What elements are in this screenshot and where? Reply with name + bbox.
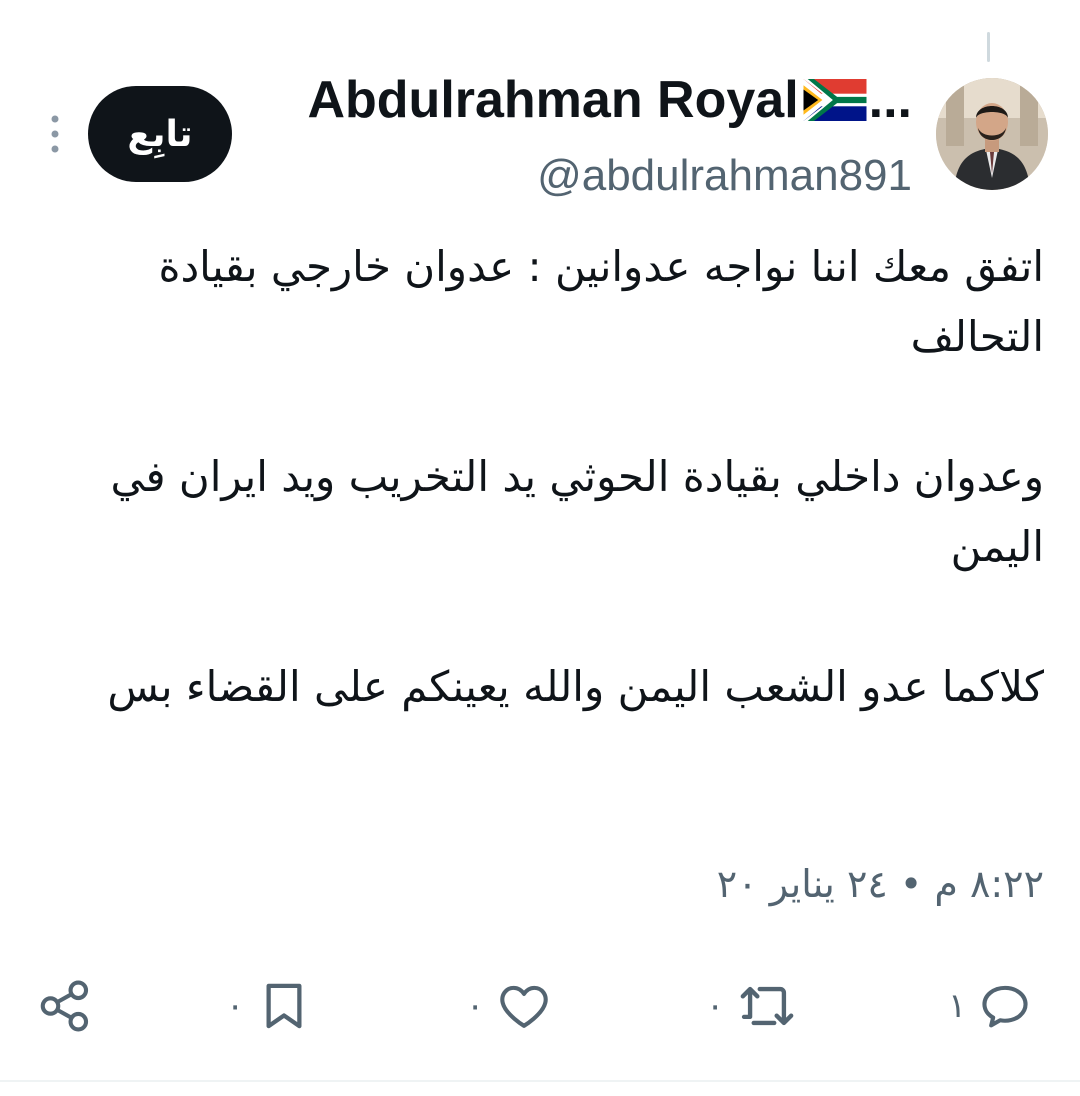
reply-icon: [982, 985, 1028, 1028]
south-africa-flag-icon: [803, 79, 867, 121]
tweet-action-bar: ١ ٠ ٠ ٠: [0, 966, 1080, 1046]
author-name-ellipsis: ...: [868, 71, 912, 129]
retweet-count: ٠: [706, 986, 725, 1026]
reply-button[interactable]: ١: [948, 966, 1034, 1046]
author-display-name[interactable]: Abdulrahman Royal: [307, 70, 798, 130]
bookmark-icon: [266, 983, 302, 1029]
more-vertical-icon[interactable]: [49, 114, 61, 154]
bookmark-button[interactable]: ٠: [226, 966, 310, 1046]
follow-button[interactable]: تابِع: [88, 86, 232, 182]
avatar[interactable]: [936, 78, 1048, 190]
thread-connector-line: [987, 32, 990, 62]
heart-icon: [500, 985, 548, 1028]
tweet-paragraph: كلاكما عدو الشعب اليمن والله يعينكم على …: [107, 662, 1044, 711]
author-handle[interactable]: @abdulrahman891: [537, 150, 912, 202]
share-button[interactable]: [36, 966, 94, 1046]
tweet-timestamp[interactable]: ٨:٢٢ م • ٢٤ يناير ٢٠: [717, 852, 1044, 916]
tweet-paragraph: وعدوان داخلي بقيادة الحوثي يد التخريب وي…: [110, 452, 1044, 571]
author-display-name-row[interactable]: Abdulrahman Royal ...: [307, 70, 912, 130]
share-icon: [40, 980, 89, 1032]
like-count: ٠: [466, 986, 485, 1026]
like-button[interactable]: ٠: [466, 966, 554, 1046]
bookmark-count: ٠: [226, 986, 245, 1026]
retweet-icon: [740, 986, 794, 1026]
tweet-text: اتفق معك اننا نواجه عدوانين : عدوان خارج…: [40, 232, 1044, 722]
avatar-photo: [936, 78, 1048, 190]
reply-count: ١: [948, 986, 967, 1026]
tweet-paragraph: اتفق معك اننا نواجه عدوانين : عدوان خارج…: [158, 242, 1044, 361]
tweet-divider: [0, 1080, 1080, 1082]
retweet-button[interactable]: ٠: [706, 966, 800, 1046]
